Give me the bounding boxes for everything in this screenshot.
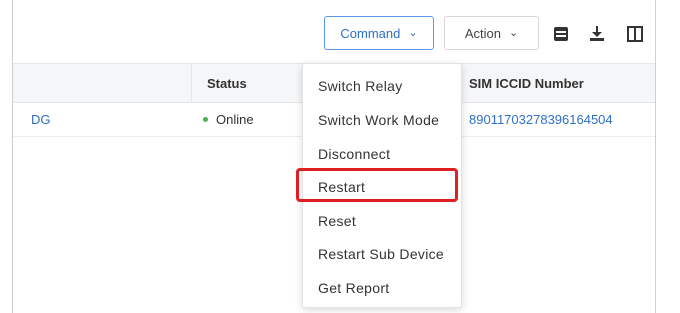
menu-item-restart[interactable]: Restart: [303, 171, 461, 203]
menu-item-reset[interactable]: Reset: [303, 205, 461, 237]
menu-item-disconnect[interactable]: Disconnect: [303, 138, 461, 170]
iccid-link[interactable]: 89011703278396164504: [469, 112, 613, 127]
menu-item-restart-sub-device[interactable]: Restart Sub Device: [303, 238, 461, 270]
column-divider: [191, 64, 192, 102]
status-text: Online: [216, 112, 254, 127]
menu-item-get-report[interactable]: Get Report: [303, 272, 461, 304]
online-status-dot: [203, 117, 208, 122]
column-header-iccid[interactable]: SIM ICCID Number: [469, 76, 584, 91]
command-label: Command: [340, 25, 401, 41]
chevron-down-icon: ⌄: [508, 26, 519, 39]
status-cell: Online: [203, 112, 254, 127]
action-dropdown-button[interactable]: Action ⌄: [444, 16, 539, 50]
download-icon[interactable]: [586, 23, 608, 45]
chevron-down-icon: ⌄: [408, 26, 418, 39]
columns-icon[interactable]: [624, 23, 646, 45]
action-label: Action: [464, 25, 501, 41]
column-header-status[interactable]: Status: [207, 76, 247, 91]
command-menu: Switch Relay Switch Work Mode Disconnect…: [302, 63, 462, 308]
menu-item-switch-relay[interactable]: Switch Relay: [303, 70, 461, 102]
print-icon[interactable]: [550, 23, 572, 45]
command-dropdown-button[interactable]: Command ⌄: [324, 16, 434, 50]
menu-item-switch-work-mode[interactable]: Switch Work Mode: [303, 104, 461, 136]
device-name-link[interactable]: DG: [31, 112, 51, 127]
